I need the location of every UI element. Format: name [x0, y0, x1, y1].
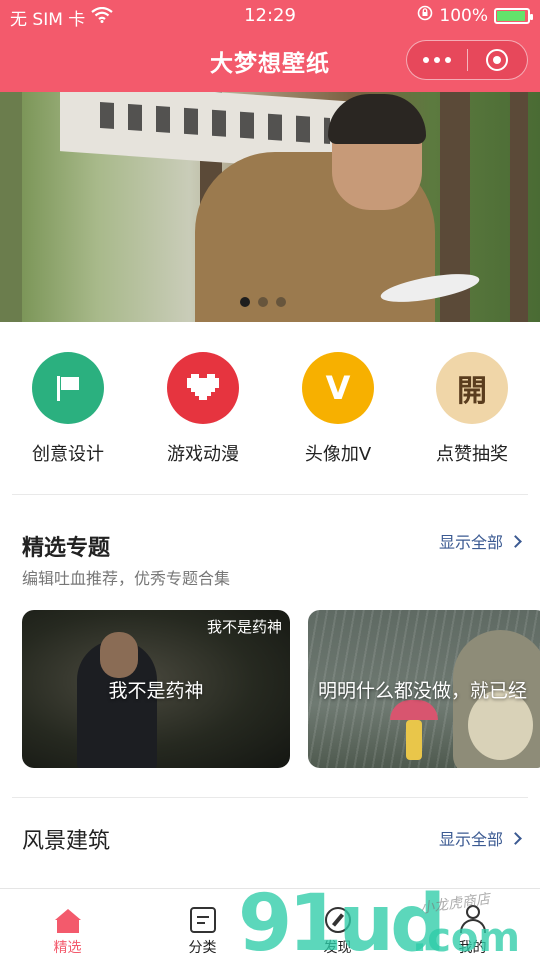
quick-link-avatar-v[interactable]: V 头像加V: [278, 352, 398, 466]
close-mini-program-button[interactable]: [467, 49, 527, 71]
v-icon: V: [302, 352, 374, 424]
rotation-lock-icon: [417, 5, 433, 26]
section-subtitle-featured: 编辑吐血推荐，优秀专题合集: [22, 569, 231, 588]
show-all-label: 显示全部: [438, 830, 503, 849]
carousel-dot[interactable]: [240, 297, 250, 307]
topic-card-title: 我不是药神: [108, 679, 204, 702]
carousel-dot[interactable]: [258, 297, 268, 307]
quick-link-label: 点赞抽奖: [436, 444, 508, 465]
topic-card-title: 明明什么都没做，就已经: [318, 679, 528, 702]
tab-label: 精选: [53, 940, 82, 956]
hero-banner[interactable]: [0, 92, 540, 322]
show-all-featured-link[interactable]: 显示全部: [438, 529, 522, 553]
topic-card[interactable]: 我不是药神 我不是药神: [22, 610, 290, 768]
mini-program-capsule: [406, 40, 528, 80]
show-all-label: 显示全部: [438, 533, 503, 552]
home-icon: [54, 909, 81, 933]
section-title-featured: 精选专题: [22, 536, 111, 561]
top-bar: 无 SIM 卡 12:29 100% 大梦想壁纸: [0, 0, 540, 92]
chevron-right-icon: [509, 831, 522, 845]
open-icon: 開: [436, 352, 508, 424]
flag-icon: [32, 352, 104, 424]
battery-icon: [494, 7, 533, 24]
carousel-indicator: [240, 297, 286, 307]
movie-logo: 我不是药神: [206, 618, 282, 636]
quick-links: 创意设计 游戏动漫 V 头像加V 開 点赞抽奖: [0, 352, 540, 465]
divider: [12, 494, 528, 495]
section-title-scenery: 风景建筑: [22, 829, 111, 854]
divider: [12, 797, 528, 798]
more-menu-icon[interactable]: [407, 57, 467, 63]
quick-link-games-anime[interactable]: 游戏动漫: [143, 352, 263, 466]
carousel-dot[interactable]: [276, 297, 286, 307]
chevron-right-icon: [509, 534, 522, 548]
quick-link-creative-design[interactable]: 创意设计: [8, 352, 128, 466]
quick-link-label: 头像加V: [304, 444, 372, 465]
quick-link-like-lottery[interactable]: 開 点赞抽奖: [412, 352, 532, 466]
watermark-suffix: .com: [412, 915, 521, 960]
show-all-scenery-link[interactable]: 显示全部: [438, 826, 522, 850]
status-bar: 无 SIM 卡 12:29 100%: [0, 0, 540, 32]
target-icon: [486, 49, 509, 71]
topic-card[interactable]: 明明什么都没做，就已经: [308, 610, 540, 768]
heart-icon: [167, 352, 239, 424]
quick-link-label: 游戏动漫: [167, 444, 239, 465]
battery-percent: 100%: [439, 5, 488, 26]
quick-link-label: 创意设计: [32, 444, 104, 465]
list-icon: [189, 907, 216, 933]
tab-featured[interactable]: 精选: [0, 889, 135, 960]
